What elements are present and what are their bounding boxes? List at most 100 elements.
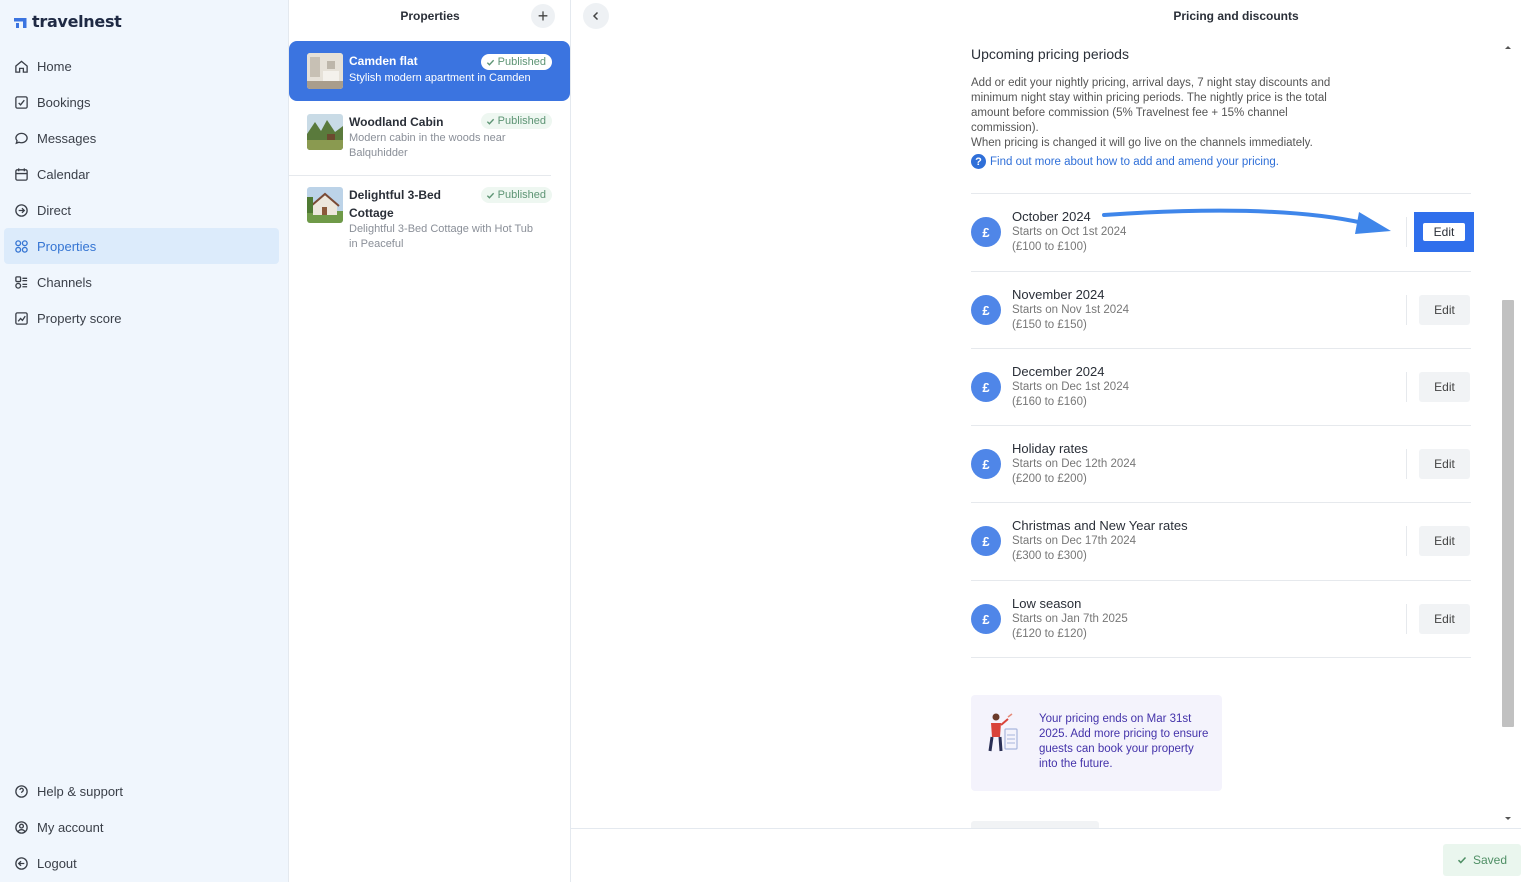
- pound-icon: £: [971, 295, 1001, 325]
- property-description: Modern cabin in the woods near Balquhidd…: [349, 132, 506, 159]
- pound-icon: £: [971, 449, 1001, 479]
- secondary-nav: Help & support My account Logout: [4, 773, 279, 881]
- check-icon: [486, 118, 494, 125]
- property-card-camden-flat[interactable]: Camden flat Stylish modern apartment in …: [289, 41, 570, 101]
- check-icon: [486, 59, 494, 66]
- edit-button[interactable]: Edit: [1419, 526, 1470, 556]
- property-name: Woodland Cabin: [349, 115, 444, 129]
- separator: [1406, 449, 1407, 479]
- messages-icon: [15, 132, 28, 144]
- nav-label: Properties: [37, 238, 97, 254]
- brand-logo[interactable]: travelnest: [14, 12, 122, 31]
- pound-icon: £: [971, 372, 1001, 402]
- period-name: October 2024: [1012, 209, 1091, 224]
- nav-label: Calendar: [37, 166, 90, 182]
- nav-item-help[interactable]: Help & support: [4, 773, 279, 809]
- nav-label: Property score: [37, 310, 122, 326]
- add-property-button[interactable]: +: [531, 4, 555, 28]
- help-link-text: Find out more about how to add and amend…: [990, 155, 1279, 168]
- check-icon: [1457, 856, 1467, 864]
- annotation-arrow-icon: [1102, 208, 1391, 234]
- nav-label: Home: [37, 58, 72, 74]
- period-range: (£300 to £300): [1012, 550, 1087, 562]
- main-nav: Home Bookings Messages Calendar Direct P…: [4, 48, 279, 336]
- property-card-delightful-cottage[interactable]: Delightful 3-Bed Cottage Delightful 3-Be…: [289, 176, 570, 258]
- period-start: Starts on Nov 1st 2024: [1012, 304, 1129, 316]
- pricing-help-link[interactable]: ? Find out more about how to add and ame…: [971, 154, 1279, 169]
- period-start: Starts on Dec 12th 2024: [1012, 458, 1137, 470]
- channels-icon: [15, 275, 28, 289]
- status-badge: Published: [480, 54, 552, 70]
- bookings-icon: [15, 95, 28, 109]
- nav-item-home[interactable]: Home: [4, 48, 279, 84]
- pound-icon: £: [971, 604, 1001, 634]
- pricing-period-row: £ December 2024 Starts on Dec 1st 2024 (…: [971, 349, 1471, 426]
- sidebar: travelnest Home Bookings Messages Calend…: [0, 0, 289, 882]
- status-badge: Published: [480, 113, 552, 129]
- nav-item-property-score[interactable]: Property score: [4, 300, 279, 336]
- cottage-photo-image: [307, 187, 343, 223]
- period-name: Holiday rates: [1012, 441, 1088, 456]
- separator: [1406, 217, 1407, 247]
- edit-button[interactable]: Edit: [1423, 223, 1465, 241]
- property-description: Delightful 3-Bed Cottage with Hot Tub in…: [349, 223, 534, 250]
- period-range: (£100 to £100): [1012, 241, 1087, 253]
- separator: [1406, 295, 1407, 325]
- question-icon: ?: [971, 154, 986, 169]
- pound-icon: £: [971, 217, 1001, 247]
- property-thumbnail: [307, 187, 343, 223]
- travelnest-logo-icon: [14, 17, 27, 28]
- notice-text: Your pricing ends on Mar 31st 2025. Add …: [1039, 713, 1209, 770]
- edit-button[interactable]: Edit: [1419, 372, 1470, 402]
- saved-status-button[interactable]: Saved: [1443, 844, 1521, 876]
- property-card-woodland-cabin[interactable]: Woodland Cabin Modern cabin in the woods…: [289, 101, 570, 175]
- nav-item-messages[interactable]: Messages: [4, 120, 279, 156]
- plus-icon: +: [537, 5, 549, 26]
- check-icon: [486, 192, 494, 199]
- nav-label: Bookings: [37, 94, 91, 110]
- pricing-period-row: £ Low season Starts on Jan 7th 2025 (£12…: [971, 581, 1471, 658]
- main-content: Pricing and discounts Upcoming pricing p…: [571, 0, 1521, 882]
- edit-button[interactable]: Edit: [1419, 604, 1470, 634]
- scroll-down-icon: [1505, 817, 1511, 820]
- period-range: (£120 to £120): [1012, 628, 1087, 640]
- nav-label: Help & support: [37, 783, 123, 799]
- property-name: Delightful 3-Bed Cottage: [349, 188, 441, 220]
- nav-label: Messages: [37, 130, 97, 146]
- nav-label: Channels: [37, 274, 92, 290]
- direct-icon: [15, 203, 28, 217]
- nav-label: My account: [37, 819, 104, 835]
- nav-item-calendar[interactable]: Calendar: [4, 156, 279, 192]
- camden-photo-image: [307, 53, 343, 89]
- edit-button[interactable]: Edit: [1419, 449, 1470, 479]
- chevron-left-icon: [592, 11, 599, 21]
- nav-item-properties[interactable]: Properties: [4, 228, 279, 264]
- period-name: Low season: [1012, 596, 1082, 611]
- status-text: Published: [497, 115, 546, 127]
- status-text: Published: [497, 189, 546, 201]
- pricing-period-row: £ November 2024 Starts on Nov 1st 2024 (…: [971, 272, 1471, 349]
- calendar-icon: [15, 167, 28, 181]
- edit-button[interactable]: Edit: [1419, 295, 1470, 325]
- nav-item-account[interactable]: My account: [4, 809, 279, 845]
- period-range: (£160 to £160): [1012, 396, 1087, 408]
- chart-icon: [15, 311, 28, 325]
- nav-item-direct[interactable]: Direct: [4, 192, 279, 228]
- property-thumbnail: [307, 114, 343, 150]
- nav-item-logout[interactable]: Logout: [4, 845, 279, 881]
- separator: [1406, 526, 1407, 556]
- period-range: (£200 to £200): [1012, 473, 1087, 485]
- scrollbar-thumb[interactable]: [1502, 300, 1514, 727]
- pound-icon: £: [971, 526, 1001, 556]
- nav-label: Logout: [37, 855, 77, 871]
- separator: [1406, 372, 1407, 402]
- period-start: Starts on Jan 7th 2025: [1012, 613, 1128, 625]
- nav-label: Direct: [37, 202, 71, 218]
- back-button[interactable]: [583, 3, 609, 29]
- intro-paragraph: Add or edit your nightly pricing, arriva…: [971, 77, 1331, 134]
- nav-item-bookings[interactable]: Bookings: [4, 84, 279, 120]
- account-icon: [15, 820, 28, 834]
- woodland-photo-image: [307, 114, 343, 150]
- nav-item-channels[interactable]: Channels: [4, 264, 279, 300]
- period-start: Starts on Dec 1st 2024: [1012, 381, 1129, 393]
